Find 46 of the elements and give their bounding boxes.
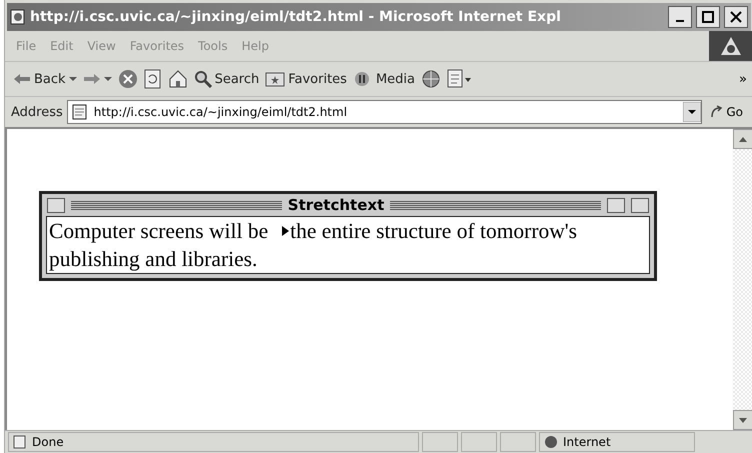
zoom-box-icon[interactable] bbox=[631, 198, 650, 212]
collapse-box-icon[interactable] bbox=[607, 198, 626, 212]
refresh-icon[interactable] bbox=[144, 69, 162, 89]
go-button[interactable]: Go bbox=[706, 105, 747, 119]
minimize-button[interactable] bbox=[668, 6, 692, 28]
close-icon bbox=[730, 11, 742, 23]
scrollbar[interactable] bbox=[733, 129, 752, 430]
up-triangle-icon bbox=[739, 136, 747, 142]
favorites-button[interactable]: Favorites bbox=[265, 71, 347, 87]
zone-text: Internet bbox=[563, 435, 611, 449]
home-icon[interactable] bbox=[168, 69, 188, 89]
scroll-up-button[interactable] bbox=[733, 129, 752, 149]
close-box-icon[interactable] bbox=[47, 198, 65, 212]
body-text: the entire structure of tomorrow's bbox=[290, 218, 578, 245]
body-text: publishing and libraries. bbox=[49, 246, 258, 273]
more-chevron[interactable]: » bbox=[739, 72, 747, 86]
caret-icon[interactable] bbox=[104, 76, 112, 82]
collapsed-triangle-icon[interactable] bbox=[280, 225, 290, 237]
media-button[interactable]: Media bbox=[352, 70, 416, 88]
body-text: Computer screens will be bbox=[49, 218, 268, 245]
close-button[interactable] bbox=[724, 6, 748, 28]
curved-arrow-icon bbox=[710, 105, 724, 119]
address-field[interactable]: http://i.csc.uvic.ca/~jinxing/eiml/tdt2.html bbox=[66, 100, 702, 124]
stop-icon[interactable] bbox=[118, 69, 138, 89]
globe-icon bbox=[544, 435, 558, 449]
globe-icon[interactable] bbox=[421, 69, 442, 89]
page-icon bbox=[10, 9, 26, 25]
scroll-down-button[interactable] bbox=[733, 410, 752, 430]
page-icon bbox=[72, 104, 88, 120]
dropdown-button[interactable] bbox=[683, 102, 702, 122]
status-text: Done bbox=[32, 435, 64, 449]
minimize-icon bbox=[676, 20, 684, 22]
window-title: http://i.csc.uvic.ca/~jinxing/eiml/tdt2.html - Microsoft Internet Expl bbox=[30, 9, 562, 25]
page-icon bbox=[13, 435, 27, 449]
search-button[interactable]: Search bbox=[194, 70, 260, 88]
maximize-button[interactable] bbox=[696, 6, 720, 28]
down-triangle-icon bbox=[739, 418, 747, 422]
address-label: Address bbox=[11, 104, 63, 120]
address-url: http://i.csc.uvic.ca/~jinxing/eiml/tdt2.html bbox=[94, 105, 348, 119]
back-arrow-icon bbox=[13, 73, 31, 85]
caret-icon[interactable] bbox=[68, 76, 77, 82]
back-button[interactable]: Back bbox=[13, 72, 77, 86]
stretchtext-title: Stretchtext bbox=[288, 196, 384, 214]
search-icon bbox=[194, 70, 212, 88]
maximize-icon bbox=[702, 11, 714, 23]
document-icon[interactable] bbox=[447, 69, 474, 89]
